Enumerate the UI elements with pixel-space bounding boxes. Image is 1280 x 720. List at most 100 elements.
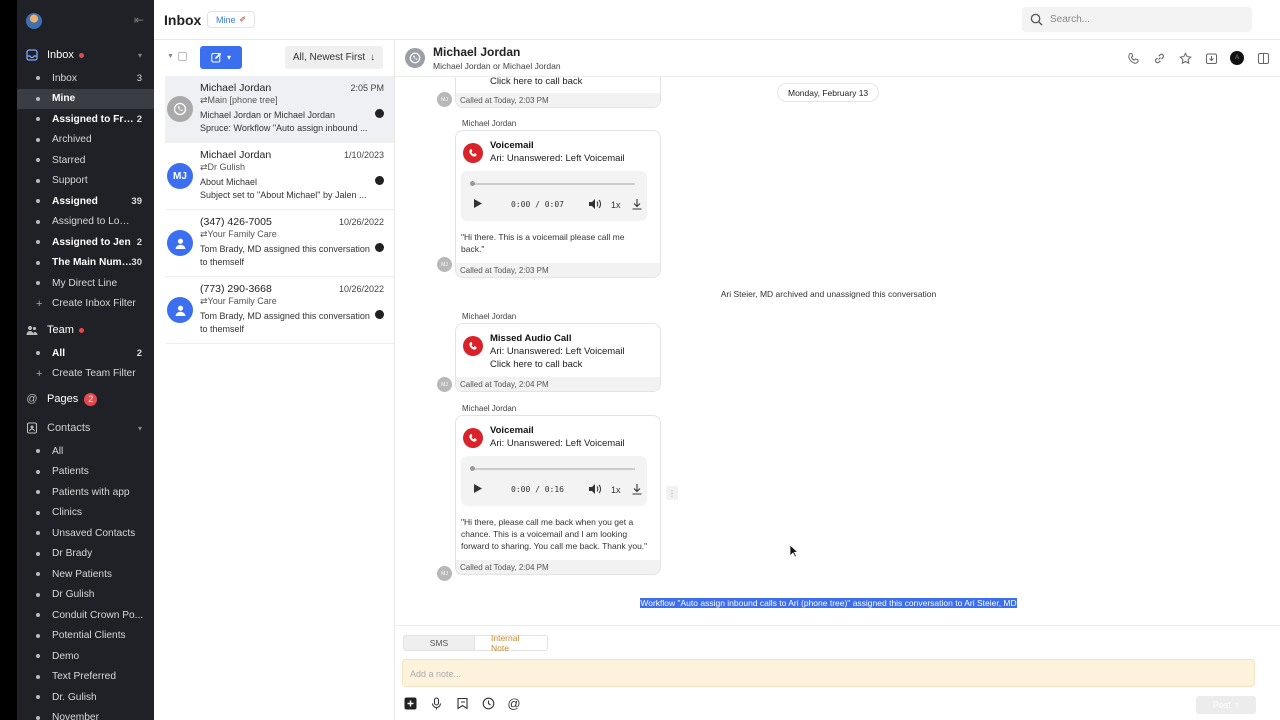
conversation-row[interactable]: (347) 426-7005 10/26/2022 ⇄Your Family C… bbox=[165, 210, 394, 277]
unread-dot bbox=[78, 52, 84, 58]
composer: SMS Internal Note Add a note... @ Post ↑ bbox=[395, 625, 1280, 720]
sidebar-item-contact-filter[interactable]: All bbox=[17, 441, 154, 462]
sidebar-item-main-number[interactable]: The Main Numb... 30 bbox=[17, 253, 154, 274]
whatsapp-avatar-icon bbox=[167, 96, 193, 122]
contact-subtitle: Michael Jordan or Michael Jordan bbox=[433, 61, 561, 71]
compose-button[interactable]: ▾ bbox=[200, 46, 242, 69]
sidebar-item-support[interactable]: Support bbox=[17, 171, 154, 192]
select-all-checkbox[interactable]: ▼ bbox=[167, 52, 187, 61]
sidebar-item-contact-filter[interactable]: Conduit Crown Po... bbox=[17, 605, 154, 626]
sidebar-section-pages[interactable]: @ Pages 2 bbox=[17, 386, 154, 412]
conversation-row[interactable]: (773) 290-3668 10/26/2022 ⇄Your Family C… bbox=[165, 277, 394, 344]
section-label: Inbox bbox=[47, 49, 74, 61]
volume-icon[interactable] bbox=[588, 483, 602, 495]
sidebar-item-contact-filter[interactable]: November bbox=[17, 708, 154, 720]
transfer-icon: ⇄ bbox=[200, 162, 208, 172]
sidebar-item-assigned-to-location[interactable]: Assigned to Locati... bbox=[17, 212, 154, 233]
play-icon[interactable] bbox=[473, 198, 483, 209]
sidebar-item-assigned[interactable]: Assigned 39 bbox=[17, 191, 154, 212]
at-sign-icon: @ bbox=[26, 393, 38, 405]
system-message-selected: Workflow "Auto assign inbound calls to A… bbox=[640, 598, 1017, 608]
tab-internal-note[interactable]: Internal Note bbox=[475, 633, 548, 653]
link-icon[interactable] bbox=[1152, 51, 1166, 65]
sidebar-item-contact-filter[interactable]: Patients with app bbox=[17, 482, 154, 503]
phone-icon[interactable] bbox=[1126, 51, 1140, 65]
audio-scrubber[interactable] bbox=[471, 468, 635, 470]
sort-dropdown[interactable]: All, Newest First ↓ bbox=[285, 46, 383, 69]
sidebar-item-contact-filter[interactable]: New Patients bbox=[17, 564, 154, 585]
sidebar-panel-icon[interactable] bbox=[1256, 51, 1270, 65]
window-edge bbox=[0, 0, 17, 720]
audio-player: 0:00 / 0:16 1x bbox=[461, 456, 647, 506]
playback-rate-button[interactable]: 1x bbox=[611, 485, 621, 495]
voicemail-transcript: "Hi there, please call me back when you … bbox=[461, 517, 648, 551]
sidebar-item-contact-filter[interactable]: Clinics bbox=[17, 503, 154, 524]
sidebar-item-contact-filter[interactable]: Potential Clients bbox=[17, 626, 154, 647]
play-icon[interactable] bbox=[473, 483, 483, 494]
assignee-badge bbox=[375, 243, 384, 252]
download-icon[interactable] bbox=[631, 198, 643, 210]
sidebar-section-team[interactable]: Team bbox=[17, 317, 154, 343]
schedule-clock-icon[interactable] bbox=[481, 696, 495, 710]
saved-reply-icon[interactable] bbox=[455, 696, 469, 710]
mine-filter-pill[interactable]: Mine ✐ bbox=[207, 11, 256, 28]
audio-player: 0:00 / 0:07 1x bbox=[461, 171, 647, 221]
compose-icon bbox=[211, 52, 222, 63]
sidebar-section-contacts[interactable]: Contacts ▾ bbox=[17, 415, 154, 441]
sidebar-item-assigned-to-front[interactable]: Assigned to Fro... 2 bbox=[17, 109, 154, 130]
more-options-icon[interactable]: ⋮ bbox=[666, 486, 678, 500]
contact-name[interactable]: Michael Jordan bbox=[433, 45, 520, 59]
call-back-link[interactable]: Click here to call back bbox=[490, 77, 652, 88]
search-icon bbox=[1030, 13, 1043, 26]
person-avatar-icon bbox=[167, 297, 193, 323]
arrow-up-icon: ↑ bbox=[1234, 700, 1240, 710]
sidebar-item-contact-filter[interactable]: Dr Brady bbox=[17, 544, 154, 565]
plus-icon: + bbox=[36, 367, 43, 380]
chevron-down-icon[interactable]: ▾ bbox=[138, 51, 142, 60]
sidebar-item-contact-filter[interactable]: Unsaved Contacts bbox=[17, 523, 154, 544]
collapse-sidebar-icon[interactable]: ⇤ bbox=[134, 13, 144, 27]
sidebar-item-contact-filter[interactable]: Dr Gulish bbox=[17, 585, 154, 606]
person-avatar-icon bbox=[167, 230, 193, 256]
sidebar-section-inbox[interactable]: Inbox ▾ bbox=[17, 42, 154, 68]
volume-icon[interactable] bbox=[588, 198, 602, 210]
conversation-row[interactable]: Michael Jordan 2:05 PM ⇄Main [phone tree… bbox=[165, 76, 394, 143]
sidebar-item-assigned-to-jen[interactable]: Assigned to Jen 2 bbox=[17, 232, 154, 253]
tab-sms[interactable]: SMS bbox=[403, 635, 475, 651]
microphone-icon[interactable] bbox=[429, 696, 443, 710]
call-back-link[interactable]: Click here to call back bbox=[490, 358, 652, 371]
note-input[interactable]: Add a note... bbox=[402, 659, 1255, 687]
sender-avatar: MJ bbox=[437, 257, 452, 272]
sidebar-item-mine[interactable]: Mine bbox=[17, 88, 154, 109]
conversation-row[interactable]: MJ Michael Jordan 1/10/2023 ⇄Dr Gulish A… bbox=[165, 143, 394, 210]
chevron-down-icon: ▾ bbox=[226, 53, 231, 62]
transfer-icon: ⇄ bbox=[200, 95, 208, 105]
star-icon[interactable] bbox=[1178, 51, 1192, 65]
phone-missed-icon bbox=[463, 143, 483, 163]
sidebar-item-team-all[interactable]: All 2 bbox=[17, 343, 154, 364]
search-input[interactable]: Search... bbox=[1022, 7, 1252, 32]
sidebar-item-contact-filter[interactable]: Patients bbox=[17, 462, 154, 483]
sidebar-item-starred[interactable]: Starred bbox=[17, 150, 154, 171]
archive-icon[interactable] bbox=[1204, 51, 1218, 65]
create-team-filter-button[interactable]: + Create Team Filter bbox=[17, 364, 154, 385]
sidebar-item-contact-filter[interactable]: Demo bbox=[17, 646, 154, 667]
playback-rate-button[interactable]: 1x bbox=[611, 200, 621, 210]
sidebar-item-contact-filter[interactable]: Dr. Gulish bbox=[17, 687, 154, 708]
sidebar-item-archived[interactable]: Archived bbox=[17, 130, 154, 151]
composer-toolbar: @ bbox=[403, 696, 521, 711]
audio-scrubber[interactable] bbox=[471, 183, 635, 185]
assignee-avatar[interactable]: A bbox=[1230, 51, 1244, 65]
sidebar-item-my-direct-line[interactable]: My Direct Line bbox=[17, 273, 154, 294]
post-button[interactable]: Post ↑ bbox=[1196, 696, 1256, 714]
sidebar-item-inbox[interactable]: Inbox 3 bbox=[17, 68, 154, 89]
mention-icon[interactable]: @ bbox=[507, 696, 521, 711]
org-avatar[interactable] bbox=[26, 13, 42, 29]
whatsapp-icon bbox=[405, 48, 425, 68]
sidebar-item-contact-filter[interactable]: Text Preferred bbox=[17, 667, 154, 688]
chevron-down-icon[interactable]: ▾ bbox=[138, 424, 142, 433]
add-attachment-icon[interactable] bbox=[403, 696, 417, 710]
download-icon[interactable] bbox=[631, 483, 643, 495]
create-inbox-filter-button[interactable]: + Create Inbox Filter bbox=[17, 294, 154, 315]
voicemail-card: Voicemail Ari: Unanswered: Left Voicemai… bbox=[455, 415, 661, 575]
